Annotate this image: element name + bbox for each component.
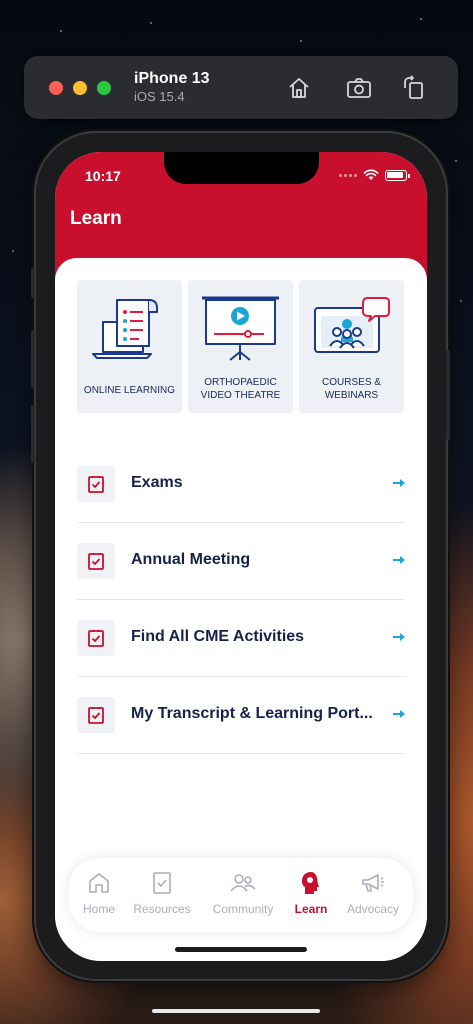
screenshot-camera-icon[interactable] [345, 74, 373, 102]
power-button [446, 350, 450, 440]
resources-icon [153, 872, 171, 894]
simulator-os-version: iOS 15.4 [134, 89, 185, 104]
battery-icon [385, 169, 410, 181]
tab-community[interactable]: Community [211, 870, 275, 916]
megaphone-icon [362, 874, 384, 892]
tab-home[interactable]: Home [83, 870, 115, 916]
clipboard-check-icon [77, 543, 115, 579]
silent-switch [31, 268, 35, 298]
learn-head-icon [302, 872, 319, 894]
clipboard-check-icon [77, 697, 115, 733]
menu-item-label: Exams [131, 474, 183, 491]
home-icon [89, 873, 109, 893]
window-resize-bar [152, 1009, 320, 1013]
community-icon [230, 874, 256, 892]
menu-item-label: Annual Meeting [131, 551, 251, 568]
minimize-window-button[interactable] [73, 81, 87, 95]
tile-courses-webinars[interactable]: COURSES & WEBINARS [299, 280, 404, 413]
menu-item-label: My Transcript & Learning Port... [131, 705, 373, 722]
tab-label: Community [212, 902, 274, 916]
video-presentation-icon [202, 296, 279, 361]
tab-label: Advocacy [347, 902, 400, 916]
wifi-icon [363, 169, 379, 180]
tab-label: Resources [133, 902, 191, 916]
tab-label: Learn [294, 902, 328, 916]
page-title: Learn [70, 208, 122, 229]
tile-label: ORTHOPAEDIC VIDEO THEATRE [200, 377, 281, 401]
close-window-button[interactable] [49, 81, 63, 95]
tab-learn[interactable]: Learn [293, 870, 329, 916]
arrow-right-icon [393, 479, 405, 487]
volume-up-button [31, 330, 35, 388]
laptop-checklist-icon [92, 299, 158, 359]
clipboard-check-icon [77, 620, 115, 656]
arrow-right-icon [393, 556, 405, 564]
menu-item-label: Find All CME Activities [131, 628, 305, 645]
webinar-icon [314, 297, 390, 353]
bottom-tab-bar: Home Resources Community Learn Advocacy [69, 858, 413, 932]
learning-tiles: ONLINE LEARNING ORTHOPAEDIC VIDEO THEATR… [77, 280, 404, 413]
arrow-right-icon [393, 633, 405, 641]
tab-advocacy[interactable]: Advocacy [347, 870, 399, 916]
notch [164, 152, 319, 184]
tile-label: ONLINE LEARNING [83, 385, 176, 396]
menu-item-annual-meeting[interactable]: Annual Meeting [77, 523, 405, 600]
zoom-window-button[interactable] [97, 81, 111, 95]
status-time: 10:17 [85, 168, 121, 184]
home-button-icon[interactable] [285, 74, 313, 102]
menu-item-find-cme-activities[interactable]: Find All CME Activities [77, 600, 405, 677]
rotate-device-icon[interactable] [400, 74, 428, 102]
status-indicators [339, 169, 410, 181]
simulator-device-name: iPhone 13 [134, 70, 210, 87]
menu-item-exams[interactable]: Exams [77, 446, 405, 523]
signal-dots-icon [339, 173, 357, 177]
menu-item-transcript-learning-portfolio[interactable]: My Transcript & Learning Port... [77, 677, 405, 754]
arrow-right-icon [393, 710, 405, 718]
simulator-title-bar: iPhone 13 iOS 15.4 [24, 56, 458, 119]
learn-content: ONLINE LEARNING ORTHOPAEDIC VIDEO THEATR… [55, 258, 427, 961]
tile-label: COURSES & WEBINARS [322, 377, 381, 401]
phone-screen: 10:17 Learn ONLINE LEARNING ORTHOPAEDIC … [55, 152, 427, 961]
tile-online-learning[interactable]: ONLINE LEARNING [77, 280, 182, 413]
clipboard-check-icon [77, 466, 115, 502]
tab-label: Home [83, 902, 116, 916]
volume-down-button [31, 405, 35, 463]
tab-resources[interactable]: Resources [133, 870, 191, 916]
home-indicator[interactable] [175, 947, 307, 952]
learn-menu-list: Exams Annual Meeting Find All CME Activi… [77, 446, 405, 754]
tile-orthopaedic-video-theatre[interactable]: ORTHOPAEDIC VIDEO THEATRE [188, 280, 293, 413]
